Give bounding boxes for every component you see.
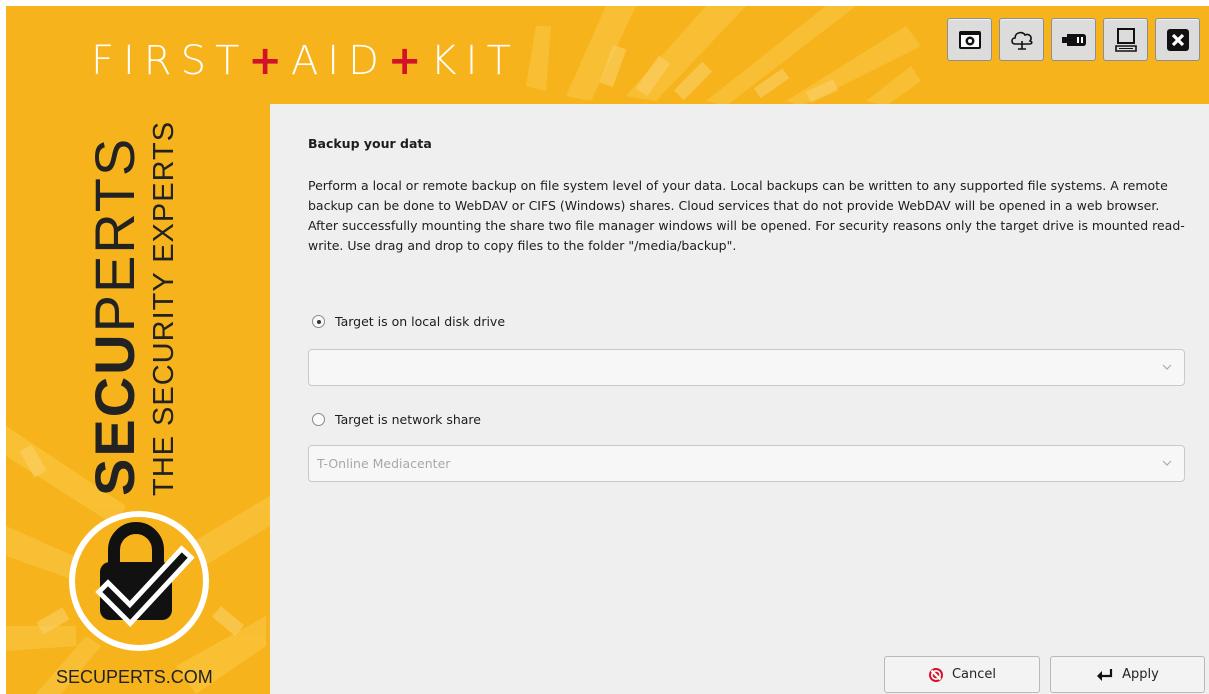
title-plus: + [387,38,431,84]
apply-button[interactable]: Apply [1050,656,1205,693]
local-disk-label: Target is on local disk drive [335,314,506,329]
local-disk-select[interactable] [308,349,1185,386]
network-share-option[interactable]: Target is network share [312,412,481,427]
apply-label: Apply [1122,667,1159,682]
cloud-button[interactable] [999,18,1044,61]
website-link: SECUPERTS.COM [56,667,213,687]
usb-button[interactable] [1051,18,1096,61]
app-window: FIRST+AID+KIT SECUPERTS THE SECURITY EXP… [6,6,1209,694]
padlock-check-logo-icon [69,511,209,651]
top-toolbar [947,18,1200,61]
cancel-icon [928,667,943,682]
title-plus: + [248,38,291,84]
brand-tagline: THE SECURITY EXPERTS [148,120,180,496]
computer-icon [1114,27,1137,52]
cancel-button[interactable]: Cancel [884,656,1040,693]
local-disk-option[interactable]: Target is on local disk drive [312,314,505,329]
local-disk-radio[interactable] [312,315,325,328]
backup-panel: Backup your data Perform a local or remo… [270,104,1209,694]
close-icon [1166,28,1189,51]
chevron-down-icon [1162,364,1172,370]
cancel-label: Cancel [951,667,997,682]
title-word-aid: AID [290,38,388,84]
network-share-radio[interactable] [312,413,325,426]
page-description: Perform a local or remote backup on file… [308,178,1185,253]
title-word-first: FIRST [91,38,249,84]
close-button[interactable] [1155,18,1200,61]
network-share-select-value: T-Online Mediacenter [317,456,451,471]
browser-button[interactable] [947,18,992,61]
brand-name-rest: PERTS [83,136,146,333]
brand-name-bold: SECU [83,332,146,496]
chevron-down-icon [1162,460,1172,466]
brand-name: SECUPERTS [82,137,147,496]
cloud-upload-icon [1010,31,1033,50]
title-word-kit: KIT [430,38,520,84]
network-share-select[interactable]: T-Online Mediacenter [308,445,1185,482]
enter-arrow-icon [1097,668,1113,681]
computer-button[interactable] [1103,18,1148,61]
app-title: FIRST+AID+KIT [91,38,520,84]
browser-window-icon [958,30,981,49]
usb-drive-icon [1061,33,1086,46]
brand-block: SECUPERTS THE SECURITY EXPERTS [76,116,206,496]
network-share-label: Target is network share [335,412,481,427]
page-title: Backup your data [308,136,432,151]
